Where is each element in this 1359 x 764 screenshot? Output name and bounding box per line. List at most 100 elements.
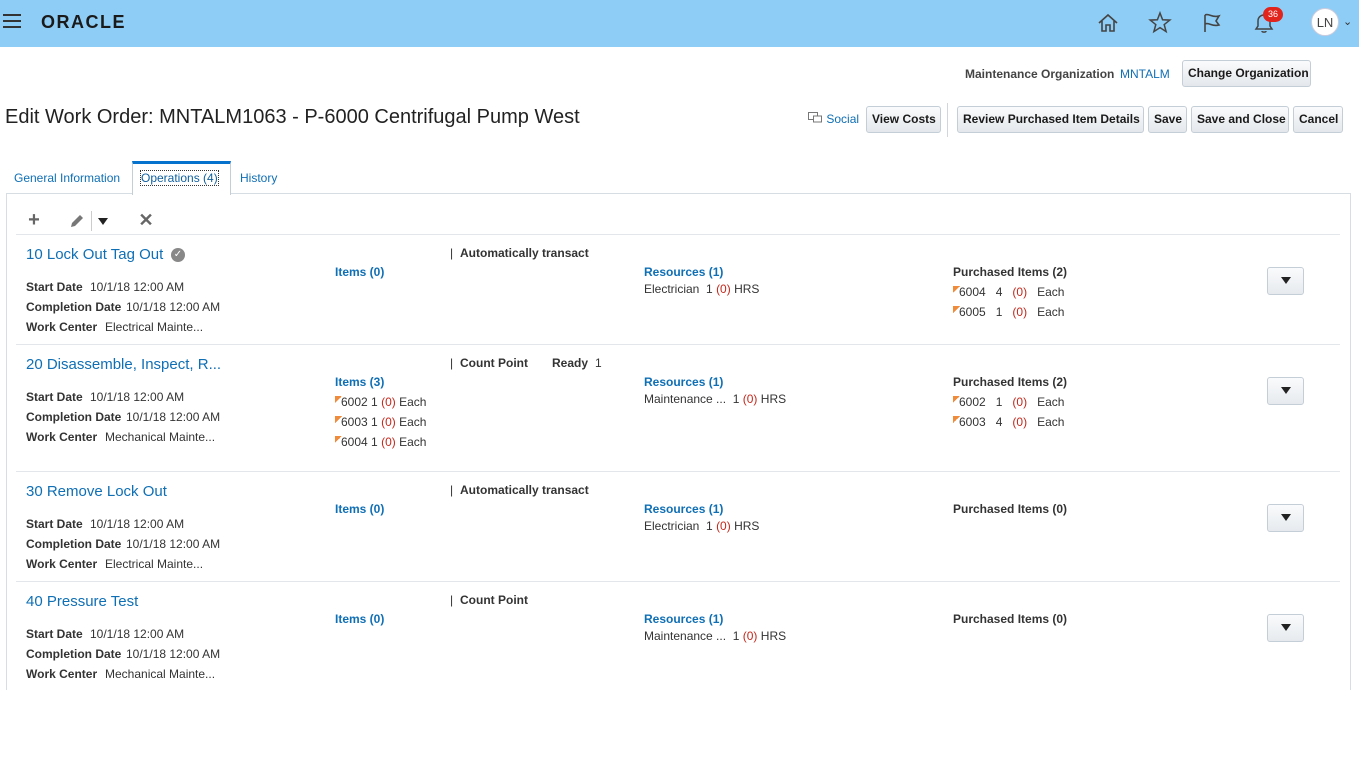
resources-link[interactable]: Resources (1) bbox=[644, 612, 723, 626]
maintenance-org-value: MNTALM bbox=[1120, 67, 1170, 81]
item-number: 6003 bbox=[341, 415, 368, 429]
edit-pencil-icon[interactable] bbox=[67, 211, 87, 231]
status-separator: | bbox=[450, 356, 454, 370]
item-uom: Each bbox=[1037, 305, 1065, 319]
item-uom: Each bbox=[399, 415, 427, 429]
item-qty: 4 bbox=[995, 285, 1003, 299]
review-purchased-item-details-button[interactable]: Review Purchased Item Details bbox=[957, 106, 1144, 133]
item-qty: 1 bbox=[371, 395, 378, 409]
item-number: 6002 bbox=[959, 395, 986, 409]
work-center-label: Work Center bbox=[26, 557, 98, 571]
items-link[interactable]: Items (0) bbox=[335, 502, 384, 516]
tab-operations[interactable]: Operations (4) bbox=[140, 170, 219, 186]
start-date-value: 10/1/18 12:00 AM bbox=[90, 280, 185, 294]
work-center-value: Mechanical Mainte... bbox=[105, 430, 216, 444]
operation-title-link[interactable]: 30 Remove Lock Out bbox=[26, 483, 167, 500]
item-line: 6002 1 (0) Each bbox=[341, 395, 426, 409]
watchlist-flag-icon[interactable] bbox=[1199, 10, 1225, 36]
resource-uom: HRS bbox=[760, 392, 787, 406]
item-pending: (0) bbox=[381, 395, 396, 409]
completion-date-value: 10/1/18 12:00 AM bbox=[126, 647, 221, 661]
work-center-value: Mechanical Mainte... bbox=[105, 667, 216, 681]
resource-line: Electrician 1 (0) HRS bbox=[644, 519, 759, 533]
status-text: Count Point bbox=[460, 593, 528, 607]
cancel-button[interactable]: Cancel bbox=[1293, 106, 1343, 133]
chevron-down-icon bbox=[1281, 277, 1291, 284]
row-actions-dropdown[interactable] bbox=[1267, 614, 1304, 642]
edit-menu-dropdown-icon[interactable] bbox=[98, 218, 108, 225]
social-label: Social bbox=[826, 112, 860, 126]
items-link[interactable]: Items (0) bbox=[335, 612, 384, 626]
user-avatar[interactable]: LN bbox=[1311, 8, 1339, 36]
chevron-down-icon[interactable]: ⌄ bbox=[1343, 15, 1352, 28]
item-number: 6002 bbox=[341, 395, 368, 409]
resource-uom: HRS bbox=[734, 519, 760, 533]
navigator-menu-icon[interactable] bbox=[3, 14, 21, 28]
resource-name: Maintenance ... bbox=[644, 392, 727, 406]
maintenance-org-label: Maintenance Organization bbox=[965, 67, 1115, 81]
operation-title-link[interactable]: 10 Lock Out Tag Out bbox=[26, 246, 163, 263]
item-uom: Each bbox=[399, 435, 427, 449]
purchased-items-label: Purchased Items (0) bbox=[953, 502, 1068, 516]
divider bbox=[16, 471, 1340, 472]
item-qty: 1 bbox=[371, 435, 378, 449]
favorites-star-icon[interactable] bbox=[1147, 10, 1173, 36]
purchased-item-line: 6002 1 (0) Each bbox=[959, 395, 1064, 409]
ready-label: Ready bbox=[552, 356, 589, 370]
resource-pending: (0) bbox=[716, 519, 731, 533]
tab-bar: General Information Operations (4) Histo… bbox=[0, 160, 1359, 195]
purchased-items-label: Purchased Items (0) bbox=[953, 612, 1068, 626]
item-qty: 1 bbox=[371, 415, 378, 429]
start-date-value: 10/1/18 12:00 AM bbox=[90, 517, 185, 531]
row-actions-dropdown[interactable] bbox=[1267, 377, 1304, 405]
chevron-down-icon bbox=[1281, 514, 1291, 521]
resource-name: Electrician bbox=[644, 282, 700, 296]
toolbar-divider bbox=[947, 103, 948, 137]
divider bbox=[16, 581, 1340, 582]
resource-qty: 1 bbox=[732, 392, 740, 406]
row-actions-dropdown[interactable] bbox=[1267, 267, 1304, 295]
start-date-value: 10/1/18 12:00 AM bbox=[90, 627, 185, 641]
item-uom: Each bbox=[1037, 395, 1065, 409]
resource-pending: (0) bbox=[742, 392, 758, 406]
work-center-label: Work Center bbox=[26, 430, 98, 444]
home-icon[interactable] bbox=[1095, 10, 1121, 36]
item-pending: (0) bbox=[1012, 395, 1028, 409]
item-qty: 1 bbox=[995, 395, 1003, 409]
resource-line: Maintenance ... 1 (0) HRS bbox=[644, 629, 786, 643]
resources-link[interactable]: Resources (1) bbox=[644, 375, 723, 389]
change-organization-button[interactable]: Change Organization bbox=[1182, 60, 1311, 87]
item-qty: 1 bbox=[995, 305, 1003, 319]
resources-link[interactable]: Resources (1) bbox=[644, 502, 723, 516]
tab-general-information[interactable]: General Information bbox=[14, 171, 120, 185]
status-text: Count Point bbox=[460, 356, 528, 370]
divider bbox=[16, 234, 1340, 235]
row-actions-dropdown[interactable] bbox=[1267, 504, 1304, 532]
work-center-label: Work Center bbox=[26, 667, 98, 681]
start-date-label: Start Date bbox=[26, 390, 83, 404]
start-date-label: Start Date bbox=[26, 517, 83, 531]
tab-history[interactable]: History bbox=[240, 171, 277, 185]
resources-link[interactable]: Resources (1) bbox=[644, 265, 723, 279]
save-and-close-button[interactable]: Save and Close bbox=[1191, 106, 1289, 133]
completion-date-label: Completion Date bbox=[26, 410, 122, 424]
item-uom: Each bbox=[1037, 285, 1065, 299]
item-pending: (0) bbox=[1012, 415, 1028, 429]
items-link[interactable]: Items (0) bbox=[335, 265, 384, 279]
add-icon[interactable]: + bbox=[24, 210, 44, 231]
delete-icon[interactable]: ✕ bbox=[136, 211, 156, 231]
items-link[interactable]: Items (3) bbox=[335, 375, 384, 389]
item-number: 6003 bbox=[959, 415, 986, 429]
global-header: ORACLE 36 LN ⌄ bbox=[0, 0, 1359, 47]
resource-line: Electrician 1 (0) HRS bbox=[644, 282, 759, 296]
view-costs-button[interactable]: View Costs bbox=[866, 106, 941, 133]
operation-title-link[interactable]: 20 Disassemble, Inspect, R... bbox=[26, 356, 221, 373]
resource-qty: 1 bbox=[706, 282, 713, 296]
oracle-logo: ORACLE bbox=[41, 12, 126, 32]
toolbar-divider bbox=[91, 211, 92, 231]
purchased-item-line: 6005 1 (0) Each bbox=[959, 305, 1064, 319]
save-button[interactable]: Save bbox=[1148, 106, 1187, 133]
operation-title-link[interactable]: 40 Pressure Test bbox=[26, 593, 138, 610]
item-qty: 4 bbox=[995, 415, 1003, 429]
social-link[interactable]: Social bbox=[808, 112, 859, 126]
